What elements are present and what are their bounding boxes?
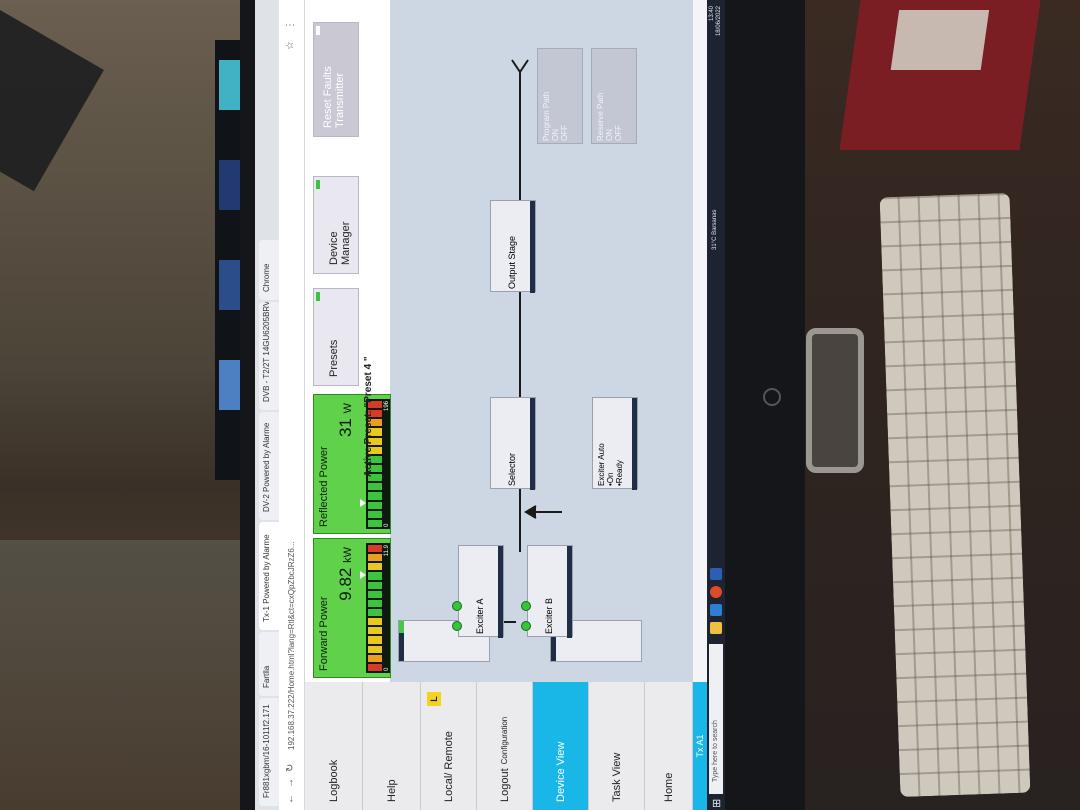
background-mug — [806, 328, 864, 473]
meter-number: 31 — [336, 418, 355, 438]
transmitter-tab-bar: Tx A1 — [693, 0, 707, 810]
device-view-panel: Forward Power 9.82 kW 0 11.9 Reflected Po… — [305, 0, 693, 682]
tab-tx-a1[interactable]: Tx A1 — [693, 682, 707, 810]
reload-icon[interactable]: ↻ — [285, 764, 296, 772]
sidebar-item-local-remote[interactable]: Local/ Remote L — [421, 682, 477, 810]
browser-tab[interactable]: DV-2 Powered by Alarme — [259, 412, 279, 520]
sidebar-item-label: Logout — [498, 768, 511, 802]
windows-start-icon[interactable]: ⊞ — [710, 799, 723, 808]
clock-date: 18/06/2022 — [716, 6, 722, 37]
sidebar-item-help[interactable]: Help — [363, 682, 421, 810]
background-keyboard-right — [879, 192, 1031, 798]
browser-tab[interactable]: DVB - T2/2T 14GU6205BRVLT — [259, 302, 279, 410]
screen-ui: Fr881xgbm/16-1011f2.171 Fartlla Tx-1 Pow… — [255, 0, 725, 810]
meter-value: 9.82 kW — [336, 547, 356, 601]
sidebar-item-label: Help — [385, 779, 398, 802]
meter-title: Forward Power — [318, 596, 330, 671]
meter-unit: kW — [342, 547, 354, 563]
status-led — [316, 292, 320, 301]
url-field[interactable]: 192.168.37.222/Home.html?lang=Rtl&ct=cxQ… — [287, 541, 296, 750]
button-label: Reset Faults — [322, 66, 334, 128]
meter-value: 31 W — [336, 403, 356, 437]
status-led — [316, 26, 320, 35]
clock-time: 13:40 — [709, 6, 715, 22]
background-glass-shelf — [0, 540, 245, 810]
meter-unit: W — [342, 403, 354, 414]
chrome-icon[interactable] — [710, 586, 722, 598]
background-red-box — [839, 0, 1041, 150]
sidebar-item-device-view[interactable]: Device View — [533, 682, 589, 810]
edge-icon[interactable] — [710, 604, 722, 616]
sidebar-item-label: Home — [662, 772, 675, 802]
sidebar-item-logbook[interactable]: Logbook — [305, 682, 363, 810]
forward-power-meter: Forward Power 9.82 kW 0 11.9 — [313, 538, 391, 678]
sidebar-item-label: Task View — [610, 752, 623, 802]
exciter-b-node[interactable] — [550, 620, 642, 662]
browser-tab[interactable]: Tx-1 Powered by Alarme — [259, 522, 279, 630]
word-icon[interactable] — [710, 568, 722, 580]
button-label: Device Manager — [328, 221, 352, 265]
local-badge: L — [427, 692, 441, 706]
browser-tab[interactable]: Fartlla — [259, 632, 279, 696]
sidebar-item-logout[interactable]: Logout Configuration — [477, 682, 533, 810]
meter-title: Reflected Power — [318, 446, 330, 527]
system-tray-clock[interactable]: 13:40 18/06/2022 — [709, 6, 723, 36]
meter-number: 9.82 — [336, 567, 355, 601]
reflected-power-meter: Reflected Power 31 W 0 196 — [313, 394, 391, 534]
file-explorer-icon[interactable] — [710, 622, 722, 634]
device-manager-button[interactable]: Device Manager — [313, 176, 359, 274]
menu-icon[interactable]: ⋮ — [285, 20, 296, 30]
back-icon[interactable]: ← — [285, 794, 296, 804]
sidebar-item-home[interactable]: Home — [645, 682, 693, 810]
taskbar-search-input[interactable]: Type here to search — [709, 644, 723, 794]
app-window: Logbook Help Local/ Remote L Logout Confi… — [305, 0, 707, 810]
windows-taskbar: ⊞ Type here to search 31°C Barsanas 13:4… — [707, 0, 725, 810]
browser-tab[interactable]: Fr881xgbm/16-1011f2.171 — [259, 698, 279, 806]
browser-tab-bar: Fr881xgbm/16-1011f2.171 Fartlla Tx-1 Pow… — [255, 0, 279, 810]
sidebar: Logbook Help Local/ Remote L Logout Confi… — [305, 682, 707, 810]
meter-scale — [366, 543, 384, 673]
status-led — [316, 180, 320, 189]
button-sublabel: Transmitter — [334, 72, 346, 128]
address-bar: ← → ↻ 192.168.37.222/Home.html?lang=Rtl&… — [279, 0, 305, 810]
active-preset-prefix: Active Preset: — [363, 410, 374, 477]
sidebar-item-task-view[interactable]: Task View — [589, 682, 645, 810]
weather-widget[interactable]: 31°C Barsanas — [712, 210, 718, 250]
active-preset-name: "Preset 4 " — [363, 356, 374, 408]
sidebar-item-sublabel: Configuration — [500, 716, 509, 765]
button-label: Presets — [328, 339, 340, 377]
sidebar-item-label: Device View — [554, 741, 567, 802]
forward-icon[interactable]: → — [285, 778, 296, 788]
star-icon[interactable]: ☆ — [285, 41, 296, 50]
exciter-a-node[interactable] — [398, 620, 490, 662]
active-preset-label: Active Preset: "Preset 4 " — [363, 356, 374, 477]
sidebar-item-label: Logbook — [327, 759, 340, 802]
browser-tab[interactable]: Chrome — [259, 240, 279, 300]
signal-flow-diagram — [390, 0, 693, 682]
monitor-screen: Fr881xgbm/16-1011f2.171 Fartlla Tx-1 Pow… — [255, 0, 725, 810]
hp-logo-icon — [763, 388, 781, 406]
reset-faults-button[interactable]: Reset Faults Transmitter — [313, 22, 359, 137]
diagram-connectors — [459, 59, 572, 623]
sidebar-item-label: Local/ Remote — [442, 731, 455, 802]
presets-button[interactable]: Presets — [313, 288, 359, 386]
